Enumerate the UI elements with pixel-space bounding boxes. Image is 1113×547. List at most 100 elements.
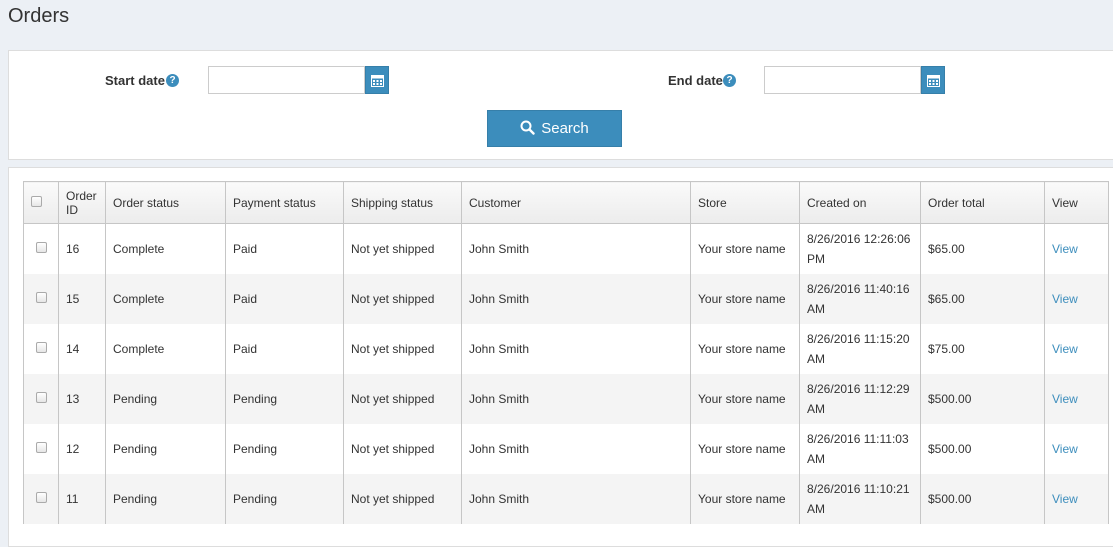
row-checkbox[interactable] [35,341,47,353]
row-checkbox-cell[interactable] [23,273,59,324]
end-date-calendar-button[interactable] [921,66,945,94]
customer-cell: John Smith [461,473,691,524]
order-status-cell: Pending [105,423,226,474]
view-cell: View [1044,223,1109,274]
order-total-cell: $65.00 [920,223,1045,274]
search-button[interactable]: Search [487,110,622,147]
customer-cell: John Smith [461,373,691,424]
order-total-cell: $500.00 [920,423,1045,474]
row-checkbox-cell[interactable] [23,473,59,524]
calendar-icon [371,75,384,87]
calendar-icon [927,75,940,87]
table-row: 16 Complete Paid Not yet shipped John Sm… [23,223,1109,274]
row-checkbox[interactable] [35,241,47,253]
payment-status-cell: Pending [225,473,344,524]
created-on-cell: 8/26/2016 11:15:20 AM [799,323,921,374]
created-on-cell: 8/26/2016 11:11:03 AM [799,423,921,474]
created-on-cell: 8/26/2016 11:12:29 AM [799,373,921,424]
column-header-customer[interactable]: Customer [461,181,691,224]
shipping-status-cell: Not yet shipped [343,323,462,374]
column-header-created-on[interactable]: Created on [799,181,921,224]
help-icon[interactable]: ? [166,74,179,87]
column-header-order-total[interactable]: Order total [920,181,1045,224]
end-date-label: End date [668,73,723,88]
row-checkbox-cell[interactable] [23,223,59,274]
order-status-cell: Complete [105,223,226,274]
search-button-label: Search [541,120,589,137]
order-status-cell: Complete [105,323,226,374]
payment-status-cell: Paid [225,223,344,274]
table-row: 14 Complete Paid Not yet shipped John Sm… [23,323,1109,374]
order-status-cell: Pending [105,373,226,424]
customer-name: John Smith [469,341,530,356]
order-id-cell: 13 [58,373,106,424]
order-total-cell: $65.00 [920,273,1045,324]
help-icon[interactable]: ? [723,74,736,87]
column-header-order-status[interactable]: Order status [105,181,226,224]
column-header-store[interactable]: Store [690,181,800,224]
customer-name: John Smith [469,291,530,306]
view-cell: View [1044,323,1109,374]
shipping-status-cell: Not yet shipped [343,223,462,274]
column-header-order-id[interactable]: Order ID [58,181,106,224]
view-cell: View [1044,423,1109,474]
page-title: Orders [8,5,70,27]
row-checkbox-cell[interactable] [23,423,59,474]
order-id-cell: 14 [58,323,106,374]
created-on-cell: 8/26/2016 12:26:06 PM [799,223,921,274]
orders-table: Order ID Order status Payment status Shi… [23,181,1109,524]
payment-status-cell: Paid [225,273,344,324]
row-checkbox[interactable] [35,291,47,303]
customer-name: John Smith [469,441,530,456]
column-header-view: View [1044,181,1109,224]
row-checkbox[interactable] [35,391,47,403]
order-id-cell: 12 [58,423,106,474]
select-all-checkbox[interactable] [31,195,42,207]
column-header-payment-status[interactable]: Payment status [225,181,344,224]
row-checkbox[interactable] [35,441,47,453]
store-cell: Your store name [690,323,800,374]
created-on-cell: 8/26/2016 11:10:21 AM [799,473,921,524]
select-all-checkbox-cell[interactable] [23,181,59,224]
payment-status-cell: Pending [225,373,344,424]
search-icon [520,120,535,135]
table-header-row: Order ID Order status Payment status Shi… [23,181,1109,224]
store-cell: Your store name [690,273,800,324]
row-checkbox-cell[interactable] [23,323,59,374]
view-link[interactable]: View [1052,492,1078,506]
table-row: 11 Pending Pending Not yet shipped John … [23,473,1109,524]
start-date-label: Start date [105,73,165,88]
row-checkbox-cell[interactable] [23,373,59,424]
table-row: 15 Complete Paid Not yet shipped John Sm… [23,273,1109,324]
store-cell: Your store name [690,423,800,474]
view-link[interactable]: View [1052,342,1078,356]
shipping-status-cell: Not yet shipped [343,423,462,474]
shipping-status-cell: Not yet shipped [343,473,462,524]
view-link[interactable]: View [1052,442,1078,456]
payment-status-cell: Paid [225,323,344,374]
order-id-cell: 16 [58,223,106,274]
customer-cell: John Smith [461,223,691,274]
order-total-cell: $500.00 [920,473,1045,524]
start-date-input[interactable] [208,66,365,94]
view-cell: View [1044,373,1109,424]
order-id-cell: 11 [58,473,106,524]
view-link[interactable]: View [1052,392,1078,406]
view-cell: View [1044,473,1109,524]
search-filter-panel: Start date ? End date ? Search [8,50,1113,160]
store-cell: Your store name [690,373,800,424]
end-date-input[interactable] [764,66,921,94]
customer-name: John Smith [469,241,530,256]
view-link[interactable]: View [1052,292,1078,306]
order-total-cell: $75.00 [920,323,1045,374]
customer-name: John Smith [469,391,530,406]
view-link[interactable]: View [1052,242,1078,256]
order-total-cell: $500.00 [920,373,1045,424]
row-checkbox[interactable] [35,491,47,503]
view-cell: View [1044,273,1109,324]
start-date-calendar-button[interactable] [365,66,389,94]
order-status-cell: Complete [105,273,226,324]
store-cell: Your store name [690,473,800,524]
created-on-cell: 8/26/2016 11:40:16 AM [799,273,921,324]
column-header-shipping-status[interactable]: Shipping status [343,181,462,224]
